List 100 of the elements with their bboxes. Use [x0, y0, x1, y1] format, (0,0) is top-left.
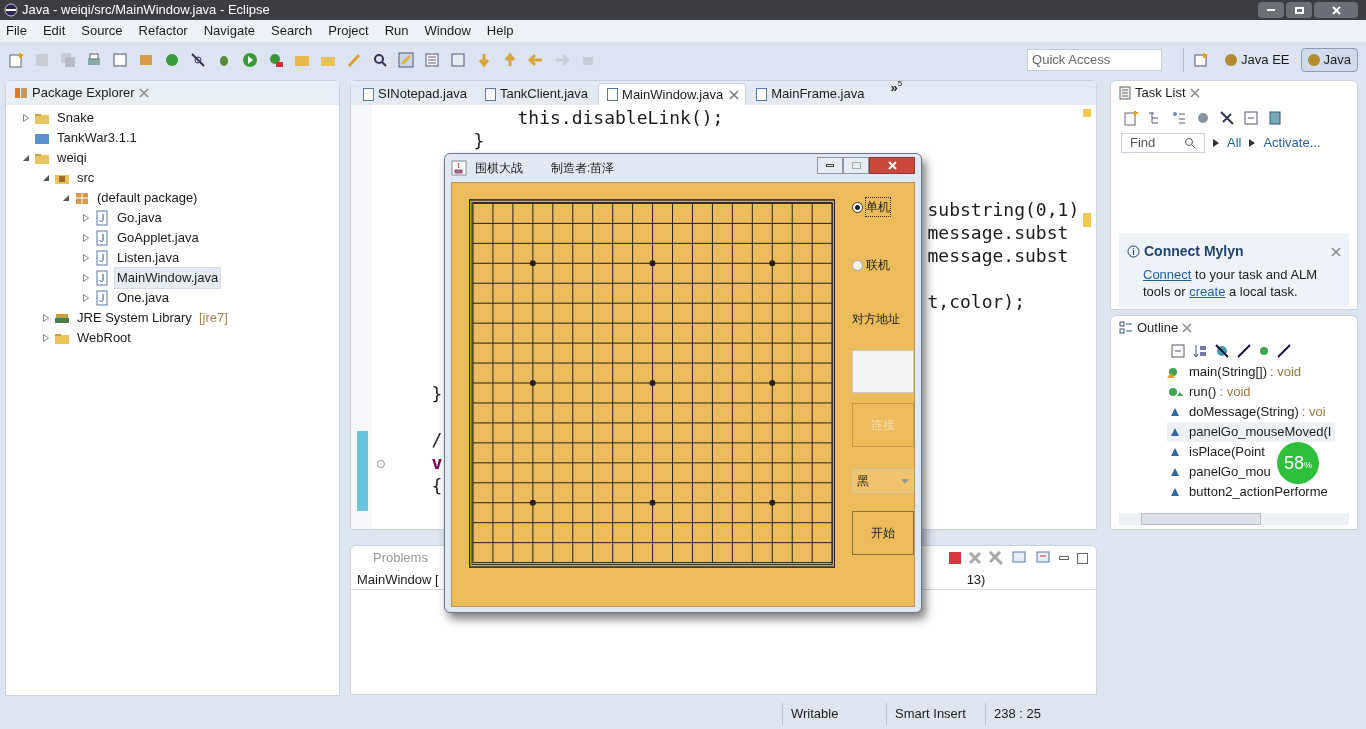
activate-link[interactable]: Activate...: [1263, 133, 1321, 153]
expand-arrow-icon[interactable]: [22, 114, 30, 122]
hide-fields-icon[interactable]: [1215, 344, 1229, 358]
collapse-arrow-icon[interactable]: [62, 194, 70, 202]
next-annotation-icon[interactable]: [476, 52, 492, 68]
previous-annotation-icon[interactable]: [502, 52, 518, 68]
view-title[interactable]: Outline: [1137, 318, 1179, 338]
filter-icon[interactable]: [1195, 110, 1211, 126]
radio-button[interactable]: [852, 259, 864, 271]
expand-arrow-icon[interactable]: [82, 234, 90, 242]
back-icon[interactable]: [528, 52, 544, 68]
minimize-icon[interactable]: [1059, 556, 1069, 560]
expand-arrow-icon[interactable]: [82, 254, 90, 262]
tree-item[interactable]: TankWar3.1.1: [54, 127, 140, 149]
overflow-indicator[interactable]: »: [890, 77, 898, 97]
collapse-icon[interactable]: [1171, 344, 1185, 358]
close-button[interactable]: [869, 156, 915, 174]
menu-item[interactable]: Edit: [42, 20, 66, 42]
tree-item[interactable]: Snake: [54, 107, 97, 129]
start-button[interactable]: 开始: [852, 511, 914, 555]
menu-item[interactable]: Run: [384, 20, 409, 42]
link[interactable]: create: [1189, 284, 1226, 299]
run-external-icon[interactable]: [268, 52, 284, 68]
remove-icon[interactable]: [969, 552, 981, 564]
search-icon[interactable]: [372, 52, 388, 68]
menu-item[interactable]: File: [6, 20, 27, 42]
overflow-count[interactable]: 5: [897, 77, 903, 90]
address-field[interactable]: [852, 350, 914, 393]
quick-access-field[interactable]: Quick Access: [1027, 49, 1163, 71]
tree-item[interactable]: MainWindow.java: [114, 267, 222, 289]
hide-local-icon[interactable]: [1277, 344, 1291, 358]
menu-item[interactable]: Navigate: [203, 20, 255, 42]
close-icon[interactable]: [1189, 88, 1200, 98]
new-task-icon[interactable]: [1123, 110, 1139, 126]
expand-arrow-icon[interactable]: [42, 334, 50, 342]
maximize-button[interactable]: [1286, 2, 1312, 18]
outline-row[interactable]: isPlace(Point: [1167, 442, 1269, 462]
expand-arrow-icon[interactable]: [82, 274, 90, 282]
outline-row[interactable]: doMessage(String) : voi: [1167, 402, 1330, 422]
hide-static-icon[interactable]: [1237, 344, 1251, 358]
outline-row[interactable]: button2_actionPerforme: [1167, 482, 1332, 502]
debug-off-icon[interactable]: [190, 52, 206, 68]
sync-icon[interactable]: [1267, 110, 1283, 126]
collapse-icon[interactable]: [1243, 110, 1259, 126]
menu-item[interactable]: Refactor: [138, 20, 188, 42]
dropdown-arrow-icon[interactable]: [901, 478, 909, 484]
close-icon[interactable]: [1182, 323, 1193, 333]
radio-label[interactable]: 单机: [865, 197, 892, 217]
tree-item[interactable]: Listen.java: [114, 247, 183, 269]
menu-item[interactable]: Project: [328, 20, 369, 42]
console-toolbar-icon[interactable]: [1011, 550, 1027, 566]
tree-item[interactable]: src: [74, 167, 98, 189]
tree-item[interactable]: WebRoot: [74, 327, 134, 349]
print-icon[interactable]: [86, 52, 102, 68]
collapse-arrow-icon[interactable]: [42, 174, 50, 182]
close-icon[interactable]: [1331, 246, 1341, 257]
color-select[interactable]: 黑: [852, 469, 914, 493]
minimize-button[interactable]: [1258, 2, 1284, 18]
radio-label[interactable]: 联机: [865, 255, 892, 275]
expand-arrow-icon[interactable]: [82, 294, 90, 302]
outline-row[interactable]: panelGo_mou: [1167, 462, 1275, 482]
find-field[interactable]: Find: [1121, 133, 1205, 153]
close-button[interactable]: [1314, 2, 1358, 18]
menu-item[interactable]: Window: [424, 20, 471, 42]
scrollbar[interactable]: [1119, 513, 1349, 525]
expand-arrow-icon[interactable]: [42, 314, 50, 322]
tree-item[interactable]: One.java: [114, 287, 173, 309]
close-icon[interactable]: [138, 88, 149, 98]
expand-arrow-icon[interactable]: [82, 214, 90, 222]
outline-row[interactable]: main(String[]) : void: [1167, 362, 1306, 382]
menu-item[interactable]: Help: [486, 20, 514, 42]
perspective-button[interactable]: Java EE: [1218, 48, 1297, 72]
remove-all-icon[interactable]: [989, 551, 1003, 565]
menu-item[interactable]: Source: [81, 20, 123, 42]
maximize-icon[interactable]: [1077, 552, 1088, 564]
tree-item[interactable]: Go.java: [114, 207, 165, 229]
block-icon[interactable]: [424, 52, 440, 68]
open-perspective-icon[interactable]: [1193, 52, 1210, 68]
view-title[interactable]: Task List: [1135, 83, 1186, 103]
package-icon[interactable]: [138, 52, 154, 68]
collapse-arrow-icon[interactable]: [22, 154, 30, 162]
close-icon[interactable]: [729, 90, 740, 100]
minimize-button[interactable]: [817, 156, 843, 174]
search-icon[interactable]: [1184, 137, 1196, 149]
run-icon[interactable]: [242, 52, 258, 68]
all-link[interactable]: All: [1227, 133, 1242, 153]
list-view-icon[interactable]: [1171, 110, 1187, 126]
highlight-icon[interactable]: [398, 52, 414, 68]
menu-item[interactable]: Search: [271, 20, 313, 42]
outline-row[interactable]: panelGo_mouseMoved(I: [1167, 422, 1336, 442]
editor-tab[interactable]: MainWindow.java: [598, 83, 747, 105]
dot-icon[interactable]: [1259, 346, 1269, 356]
brush-icon[interactable]: [346, 52, 362, 68]
link[interactable]: Connect: [1143, 267, 1192, 282]
console-toolbar-icon[interactable]: [1035, 550, 1051, 566]
perspective-button[interactable]: Java: [1300, 48, 1358, 72]
tree-item[interactable]: weiqi: [54, 147, 90, 169]
tree-item[interactable]: JRE System Library: [74, 307, 195, 329]
outline-row[interactable]: run() : void: [1167, 382, 1255, 402]
hide-icon[interactable]: [1219, 110, 1235, 126]
